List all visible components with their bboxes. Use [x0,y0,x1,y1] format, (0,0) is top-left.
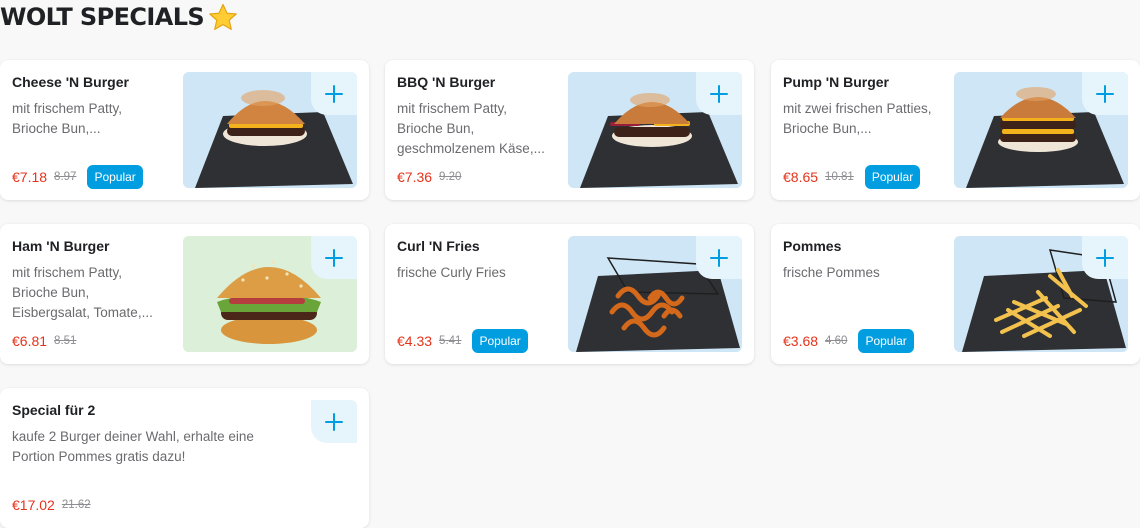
product-name: Cheese 'N Burger [12,74,129,90]
price-row: €3.68 4.60 Popular [783,329,914,353]
section-title: WOLT SPECIALS [0,3,238,31]
product-card[interactable]: Special für 2 kaufe 2 Burger deiner Wahl… [0,388,369,528]
star-icon [209,3,237,30]
product-card[interactable]: Cheese 'N Burger mit frischem Patty, Bri… [0,60,369,200]
product-name: Pommes [783,238,842,254]
price-row: €4.33 5.41 Popular [397,329,528,353]
plus-icon [1096,248,1114,267]
add-to-cart-button[interactable] [311,72,357,115]
price-row: €7.36 9.20 [397,165,461,189]
product-name: Special für 2 [12,402,96,418]
product-card[interactable]: Curl 'N Fries frische Curly Fries €4.33 … [385,224,754,364]
product-card[interactable]: Ham 'N Burger mit frischem Patty, Brioch… [0,224,369,364]
add-to-cart-button[interactable] [696,236,742,279]
product-description: mit frischem Patty, Brioche Bun, Eisberg… [12,265,153,320]
product-name: Pump 'N Burger [783,74,890,90]
product-price: €4.33 [397,333,433,349]
original-price: 9.20 [439,171,462,183]
product-name: Curl 'N Fries [397,238,480,254]
popular-badge: Popular [864,165,921,189]
product-description: mit frischem Patty, Brioche Bun,... [12,101,123,136]
product-card[interactable]: Pump 'N Burger mit zwei frischen Patties… [771,60,1140,200]
product-card[interactable]: Pommes frische Pommes €3.68 4.60 Popular [771,224,1140,364]
add-to-cart-button[interactable] [1082,236,1128,279]
plus-icon [1096,84,1114,103]
popular-badge: Popular [87,165,143,189]
add-to-cart-button[interactable] [696,72,742,115]
product-description: mit zwei frischen Patties, Brioche Bun,.… [783,101,932,136]
original-price: 5.41 [439,335,462,347]
product-description: kaufe 2 Burger deiner Wahl, erhalte eine… [12,429,254,464]
product-description: mit frischem Patty, Brioche Bun, geschmo… [397,101,545,156]
price-row: €6.81 8.51 [12,329,76,353]
product-price: €7.36 [397,169,433,185]
product-price: €8.65 [783,169,819,185]
original-price: 4.60 [825,335,848,347]
plus-icon [710,248,728,267]
original-price: 8.97 [54,171,77,183]
plus-icon [325,84,343,103]
plus-icon [325,412,343,431]
price-row: €8.65 10.81 Popular [783,165,921,189]
product-description: frische Pommes [783,265,880,280]
original-price: 8.51 [54,335,77,347]
original-price: 21.62 [61,499,91,511]
popular-badge: Popular [472,329,528,353]
section-title-text: WOLT SPECIALS [0,3,205,31]
plus-icon [710,84,728,103]
product-description: frische Curly Fries [397,265,506,280]
product-price: €7.18 [12,169,48,185]
add-to-cart-button[interactable] [311,400,357,443]
product-price: €6.81 [12,333,48,349]
price-row: €7.18 8.97 Popular [12,165,143,189]
popular-badge: Popular [858,329,914,353]
plus-icon [325,248,343,267]
product-name: Ham 'N Burger [12,238,110,254]
product-price: €17.02 [12,497,55,513]
product-name: BBQ 'N Burger [397,74,496,90]
original-price: 10.81 [825,171,854,183]
add-to-cart-button[interactable] [1082,72,1128,115]
price-row: €17.02 21.62 [12,493,91,517]
product-price: €3.68 [783,333,819,349]
add-to-cart-button[interactable] [311,236,357,279]
product-card[interactable]: BBQ 'N Burger mit frischem Patty, Brioch… [385,60,754,200]
